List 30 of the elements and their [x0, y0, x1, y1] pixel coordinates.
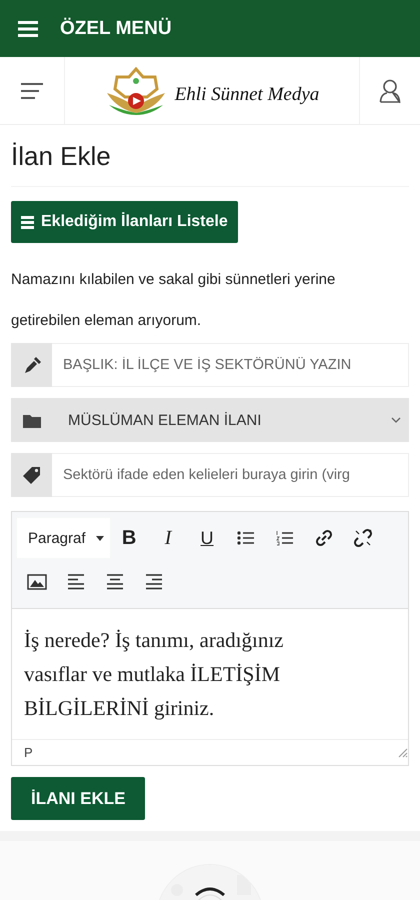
bold-button[interactable]: B — [110, 518, 149, 558]
input-field[interactable]: Sektörü ifade eden kelieleri buraya girin (virg — [52, 453, 409, 497]
list-icon — [21, 216, 34, 228]
submit-button[interactable]: İLANI EKLE — [11, 777, 146, 820]
intro-text: Namazını kılabilen ve sakal gibi sünnetleri yerine getirebilen eleman arıyorum. — [11, 270, 336, 331]
user-icon[interactable] — [379, 78, 401, 102]
menu-icon[interactable] — [21, 82, 43, 98]
editor-text[interactable]: İş nerede? İş tanımı, aradığınız vasıflar ve mutlaka İLETİŞİM BİLGİLERİNİ giriniz. — [24, 623, 324, 725]
menu-icon[interactable] — [18, 20, 38, 36]
chevron-down-icon — [391, 417, 401, 423]
tag-icon — [22, 466, 42, 484]
list-ads-button[interactable]: Eklediğim İlanları Listele — [11, 201, 238, 243]
caret-icon — [96, 536, 104, 540]
italic-button[interactable]: I — [148, 518, 188, 558]
align-center-icon[interactable] — [104, 572, 124, 592]
align-right-icon[interactable] — [144, 572, 164, 592]
underline-button[interactable]: U — [188, 518, 227, 558]
numbered-list-icon[interactable] — [275, 528, 296, 548]
menu-title: ÖZEL MENÜ — [60, 18, 172, 40]
image-icon[interactable] — [26, 572, 46, 592]
element-path: P — [24, 745, 33, 760]
page-title: İlan Ekle — [11, 125, 409, 187]
resize-handle-icon[interactable] — [398, 748, 408, 758]
logo-text[interactable]: Ehli Sünnet Medya — [174, 84, 320, 106]
category-select[interactable]: MÜSLÜMAN ELEMAN İLANI — [52, 398, 409, 442]
format-dropdown[interactable]: Paragraf — [17, 518, 110, 558]
logo-emblem-icon — [104, 66, 167, 114]
unlink-icon[interactable] — [353, 528, 374, 548]
align-left-icon[interactable] — [66, 572, 86, 592]
link-icon[interactable] — [314, 528, 334, 548]
